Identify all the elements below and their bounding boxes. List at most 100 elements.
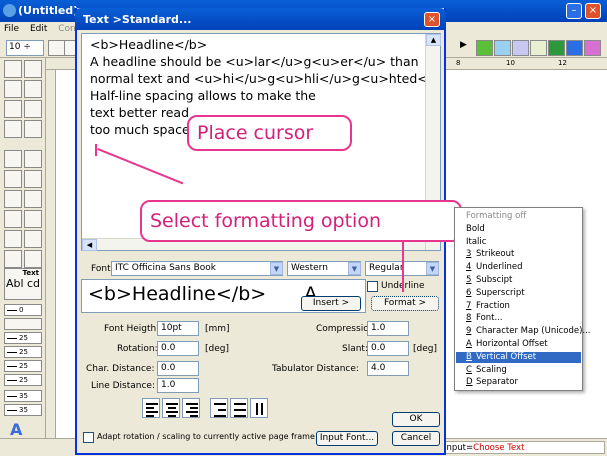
scroll-up-icon[interactable]: ▲ [426,34,441,46]
image-icon[interactable] [548,40,565,56]
zoom-spinner[interactable]: 10 ÷ [6,40,44,56]
ok-button[interactable]: OK [392,412,440,427]
text-tool-button[interactable]: Text Abl cd [4,268,42,300]
align-center-icon[interactable] [162,398,180,418]
curve-tool-icon[interactable] [4,80,22,98]
format-menu-item[interactable]: Italic [456,237,581,249]
settings-icon[interactable] [566,40,583,56]
poly-tool-icon[interactable] [4,100,22,118]
char-distance-field[interactable]: 0.0 [157,361,199,376]
help-icon[interactable] [584,40,601,56]
fill-tool-icon[interactable] [4,230,22,248]
linewidth-label: 0 [19,306,24,314]
format-menu-item[interactable]: 6 Superscript [456,288,581,300]
rotation-field[interactable]: 0.0 [157,341,199,356]
format-button[interactable]: Format > [371,296,439,311]
linewidth-label: 25 [19,362,28,370]
vertical-align-icon[interactable] [230,398,248,418]
format-menu-item[interactable]: D Separator [456,377,581,389]
format-menu-item[interactable]: 5 Subscipt [456,275,581,287]
cross-tool-icon[interactable] [4,120,22,138]
align-right-icon[interactable] [182,398,200,418]
menu-item-key: 4 [466,262,472,273]
menu-edit[interactable]: Edit [30,24,47,34]
underline-checkbox[interactable] [367,281,378,292]
dialog-close-button[interactable]: × [424,12,440,27]
format-menu-item[interactable]: 9 Character Map (Unicode)... [456,326,591,338]
format-menu-item[interactable]: 3 Strikeout [456,249,581,261]
compression-field[interactable]: 1.0 [367,321,409,336]
menu-item-key: 8 [466,313,472,324]
menu-file[interactable]: File [4,24,19,34]
chevron-down-icon[interactable]: ▼ [426,262,439,275]
menu-item-key: D [466,377,473,388]
linewidth-25b[interactable]: 25 [4,346,42,358]
cancel-button[interactable]: Cancel [392,431,440,446]
format-menu-item[interactable]: Bold [456,224,581,236]
menu-item-key: 6 [466,287,472,298]
select-tool-icon[interactable] [48,40,65,56]
insert-button[interactable]: Insert > [301,296,361,311]
brand-logo-icon: A [10,420,23,439]
linewidth-35a[interactable]: 35 [4,390,42,402]
rotation-value: 0.0 [161,343,176,353]
line-tool-icon[interactable] [24,80,42,98]
style-value: Regular [369,263,404,273]
menu-item-key: 7 [466,300,472,311]
linewidth-25d[interactable]: 25 [4,374,42,386]
chevron-down-icon[interactable]: ▼ [270,262,283,275]
format-menu-item[interactable]: A Horizontal Offset [456,339,581,351]
line-distance-field[interactable]: 1.0 [157,378,199,393]
cancel-label: Cancel [400,433,432,443]
linewidth-0[interactable]: 0 [4,304,42,316]
chevron-down-icon[interactable]: ▼ [348,262,361,275]
align-tool-icon[interactable] [24,190,42,208]
node-tool-icon[interactable] [4,60,22,78]
font-value: ITC Officina Sans Book [115,263,216,273]
frame-tool-icon[interactable] [24,60,42,78]
align-left-icon[interactable] [142,398,160,418]
slant-field[interactable]: 0.0 [367,341,409,356]
format-menu-item[interactable]: C Scaling [456,365,581,377]
char-distance-label: Char. Distance: [86,364,155,374]
arrow-style-button[interactable] [4,318,42,330]
undo-icon[interactable] [24,150,42,168]
format-menu-item[interactable]: 8 Font... [456,313,581,325]
editor-line: Half-line spacing allows to make the [90,88,316,103]
plus-tool-icon[interactable] [24,210,42,228]
rotation-unit: [deg] [205,344,229,354]
play-icon[interactable]: ▶ [460,40,477,56]
layers-icon[interactable] [494,40,511,56]
color-tool-icon[interactable] [24,230,42,248]
rect-tool-icon[interactable] [4,170,22,188]
linewidth-35b[interactable]: 35 [4,404,42,416]
pen-tool-icon[interactable] [476,40,493,56]
linewidth-25a[interactable]: 25 [4,332,42,344]
input-font-button[interactable]: Input Font... [316,431,378,446]
tab-distance-field[interactable]: 4.0 [367,361,409,376]
table-icon[interactable] [530,40,547,56]
bezier-tool-icon[interactable] [24,100,42,118]
table-tool-icon[interactable] [4,250,22,268]
measure-tool-icon[interactable] [24,120,42,138]
linewidth-25c[interactable]: 25 [4,360,42,372]
close-app-button[interactable]: × [585,3,601,19]
barcode-tool-icon[interactable] [24,250,42,268]
app-title: (Untitled) [18,4,79,17]
format-menu-item[interactable]: 7 Fraction [456,301,581,313]
filter-tool-icon[interactable] [4,190,22,208]
hand-tool-icon[interactable] [24,170,42,188]
format-menu-item[interactable]: B Vertical Offset [456,351,581,364]
ellipse-tool-icon[interactable] [4,150,22,168]
minimize-button[interactable]: – [566,3,582,19]
adapt-rotation-checkbox[interactable] [83,432,94,443]
shape-icon[interactable] [512,40,529,56]
font-select[interactable]: ITC Officina Sans Book [111,261,283,276]
indent-icon[interactable] [210,398,228,418]
menu-item-key: 3 [466,249,472,260]
format-menu-item[interactable]: 4 Underlined [456,262,581,274]
grid-tool-icon[interactable] [4,210,22,228]
scroll-left-icon[interactable]: ◀ [82,239,97,251]
font-height-field[interactable]: 10pt [157,321,199,336]
vertical-text-icon[interactable] [250,398,268,418]
